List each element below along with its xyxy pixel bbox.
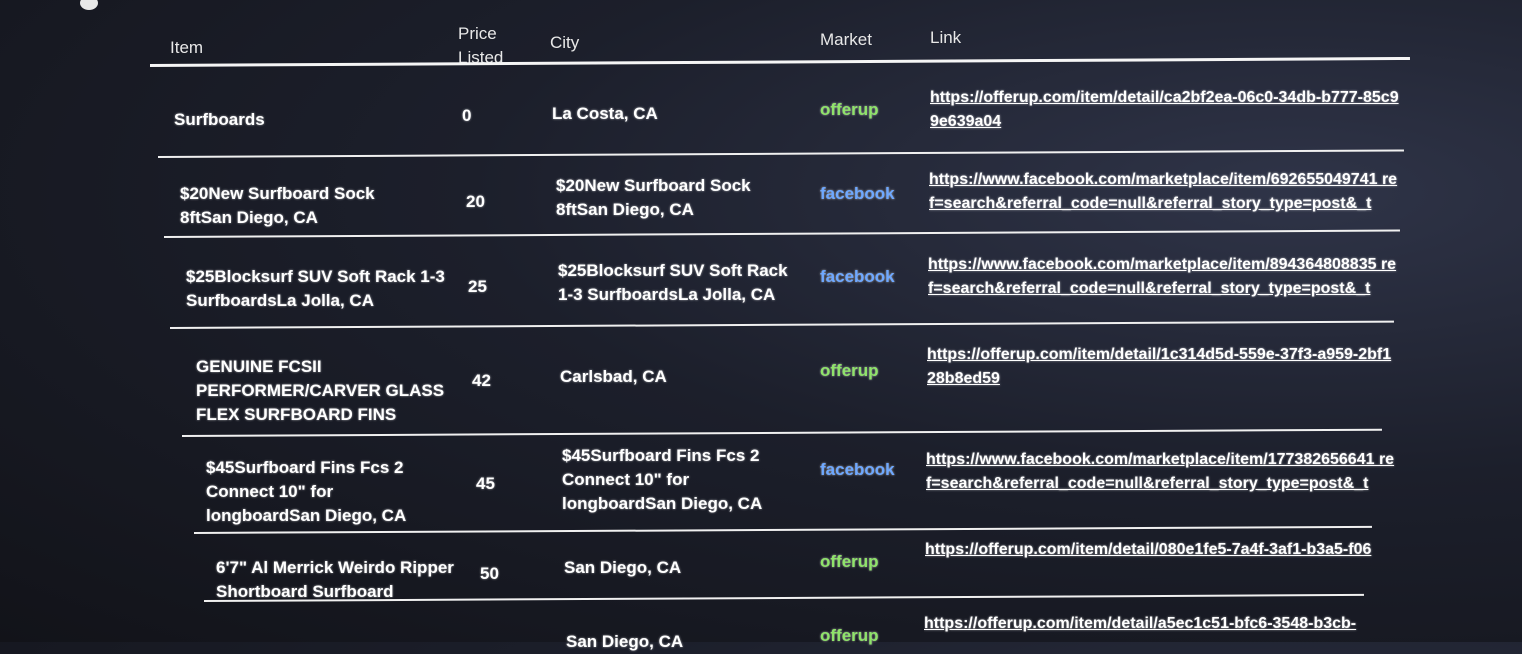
header-item: Item — [170, 38, 204, 57]
row-divider — [157, 149, 1404, 158]
item-cell: $25Blocksurf SUV Soft Rack 1-3 Surfboard… — [186, 267, 445, 310]
listing-link[interactable]: https://www.facebook.com/marketplace/ite… — [929, 168, 1399, 216]
market-cell: offerup — [820, 361, 879, 380]
row-divider — [169, 320, 1394, 329]
header-city: City — [550, 33, 580, 52]
city-cell: La Costa, CA — [552, 104, 658, 123]
corner-indicator — [80, 0, 98, 10]
price-cell: 45 — [476, 474, 495, 493]
listing-link[interactable]: https://offerup.com/item/detail/1c314d5d… — [927, 343, 1397, 391]
item-cell: Surfboards — [174, 110, 265, 129]
price-cell: 20 — [466, 192, 485, 211]
listing-link[interactable]: https://offerup.com/item/detail/a5ec1c51… — [924, 612, 1394, 642]
item-cell: 6'7" Al Merrick Weirdo Ripper Shortboard… — [216, 558, 454, 601]
market-cell: offerup — [820, 552, 879, 571]
market-cell: facebook — [820, 460, 895, 479]
header-divider — [149, 56, 1410, 67]
market-cell: facebook — [820, 184, 895, 203]
listing-link[interactable]: https://offerup.com/item/detail/080e1fe5… — [925, 538, 1395, 562]
table-header: Item Price Listed City Market Link — [149, 0, 1410, 72]
listing-link[interactable]: https://www.facebook.com/marketplace/ite… — [926, 448, 1396, 496]
market-cell: facebook — [820, 267, 895, 286]
price-cell: 25 — [468, 277, 487, 296]
city-cell: Carlsbad, CA — [560, 367, 667, 386]
listing-link[interactable]: https://www.facebook.com/marketplace/ite… — [928, 253, 1398, 301]
listing-link[interactable]: https://offerup.com/item/detail/ca2bf2ea… — [930, 86, 1400, 134]
listings-table: Item Price Listed City Market Link Surfb… — [149, 0, 1410, 651]
item-cell: $45Surfboard Fins Fcs 2 Connect 10" for … — [206, 458, 407, 525]
market-cell: offerup — [820, 100, 879, 119]
header-link: Link — [930, 28, 962, 47]
price-cell: 0 — [462, 106, 472, 125]
city-cell: San Diego, CA — [564, 558, 682, 577]
city-cell: $45Surfboard Fins Fcs 2 Connect 10" for … — [562, 446, 763, 513]
item-cell: GENUINE FCSII PERFORMER/CARVER GLASS FLE… — [196, 357, 445, 424]
price-cell: 42 — [472, 371, 491, 390]
market-cell: offerup — [820, 626, 879, 645]
city-cell: $25Blocksurf SUV Soft Rack 1-3 Surfboard… — [558, 261, 788, 304]
row-divider — [181, 428, 1382, 437]
row-divider — [163, 229, 1400, 238]
price-cell: 50 — [480, 564, 499, 583]
city-cell: San Diego, CA — [566, 632, 684, 651]
item-cell: $20New Surfboard Sock 8ftSan Diego, CA — [180, 184, 375, 227]
header-market: Market — [820, 30, 872, 49]
city-cell: $20New Surfboard Sock 8ftSan Diego, CA — [556, 176, 751, 219]
